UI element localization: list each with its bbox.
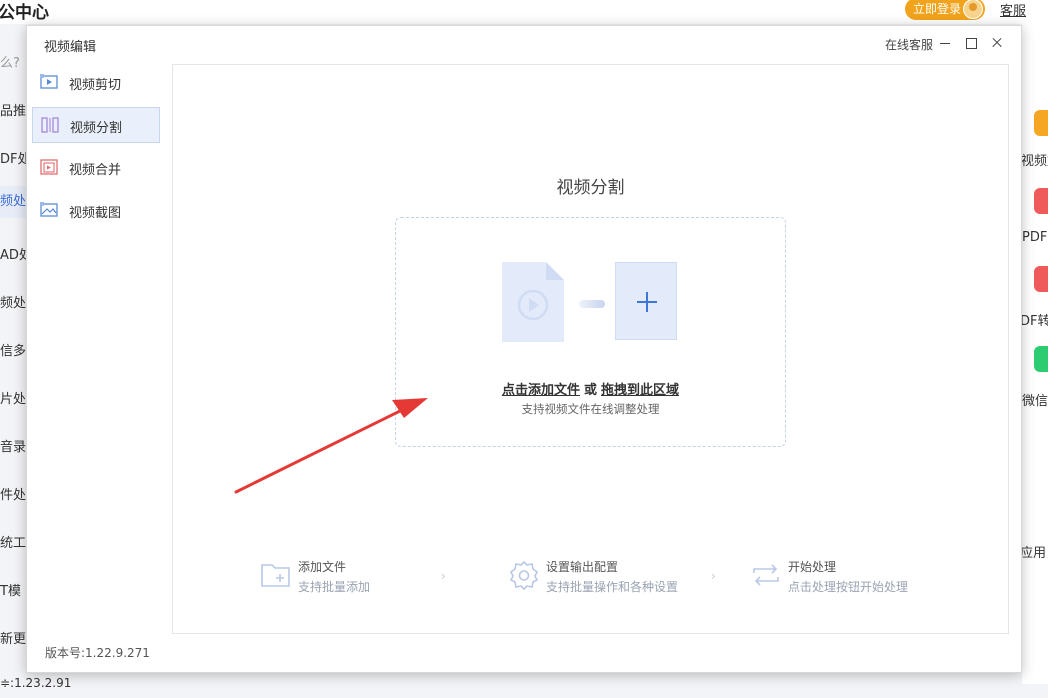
- process-steps: 添加文件 支持批量添加 › 设置输出配置 支持批量操作和各种设置 › 开始处理: [173, 555, 1008, 615]
- left-menu-item-active[interactable]: 频处: [0, 186, 26, 218]
- or-text: 或: [583, 383, 597, 398]
- step-desc: 支持批量添加: [298, 580, 371, 594]
- sidebar-item-label: 视频剪切: [69, 78, 122, 93]
- left-menu-item[interactable]: AD处: [0, 244, 26, 263]
- dialog-title: 视频编辑: [44, 40, 97, 55]
- sidebar-item-label: 视频合并: [69, 163, 122, 178]
- background-left-menu: 么? 品推 DF处 频处 AD处 频处 信多 片处 音录 件处 统工 T模 新更: [0, 24, 26, 684]
- login-button[interactable]: 立即登录: [905, 0, 985, 20]
- right-tool-label: 微信: [1022, 394, 1048, 409]
- video-edit-dialog: 视频编辑 在线客服 视频剪切 视频分割 视频合并 视频截图 视频分割 点击添加文…: [26, 25, 1022, 673]
- right-tool-label: 视频加: [1022, 154, 1048, 169]
- file-drop-zone[interactable]: 点击添加文件或拖拽到此区域 支持视频文件在线调整处理: [395, 217, 786, 447]
- drop-instructions: 点击添加文件或拖拽到此区域: [396, 379, 785, 398]
- minimize-icon[interactable]: [936, 34, 954, 52]
- drag-here-link[interactable]: 拖拽到此区域: [601, 383, 679, 398]
- step-title: 添加文件: [298, 560, 347, 574]
- sidebar-item-label: 视频截图: [69, 206, 122, 221]
- chevron-right-icon: ›: [441, 569, 446, 583]
- video-tool-icon[interactable]: [1034, 110, 1048, 136]
- left-menu-item[interactable]: 频处: [0, 292, 26, 311]
- left-menu-item[interactable]: 件处: [0, 484, 26, 503]
- step-title: 设置输出配置: [546, 560, 619, 574]
- video-merge-icon: [40, 159, 58, 175]
- right-tool-label: PDF: [1022, 230, 1048, 245]
- content-title: 视频分割: [556, 178, 625, 198]
- background-right-panel: 视频加 PDF DF转 微信 应用: [1022, 24, 1048, 684]
- chevron-right-icon: ›: [711, 569, 716, 583]
- add-folder-icon: [261, 564, 290, 587]
- add-plus-icon[interactable]: [615, 262, 677, 340]
- main-content: 视频分割 点击添加文件或拖拽到此区域 支持视频文件在线调整处理 添加文件 支持批…: [172, 64, 1009, 634]
- close-icon[interactable]: [988, 34, 1006, 52]
- video-split-icon: [41, 117, 59, 133]
- right-tool-label: DF转: [1022, 314, 1048, 329]
- left-menu-item[interactable]: 新更: [0, 628, 26, 647]
- sidebar-item-video-cut[interactable]: 视频剪切: [32, 65, 160, 101]
- step-title: 开始处理: [788, 560, 837, 574]
- sidebar-item-video-screenshot[interactable]: 视频截图: [32, 193, 160, 229]
- maximize-icon[interactable]: [962, 34, 980, 52]
- video-file-icon: [502, 262, 564, 342]
- connector-bar: [579, 300, 605, 308]
- right-tool-label: 应用: [1022, 546, 1047, 561]
- tool-sidebar: 视频剪切 视频分割 视频合并 视频截图: [27, 62, 171, 642]
- pdf-tool-icon[interactable]: [1034, 188, 1048, 214]
- left-menu-item[interactable]: 品推: [0, 100, 26, 119]
- sidebar-item-video-merge[interactable]: 视频合并: [32, 150, 160, 186]
- background-version: ≑:1.23.2.91: [0, 676, 72, 690]
- left-menu-item[interactable]: 统工: [0, 532, 26, 551]
- step-desc: 支持批量操作和各种设置: [546, 580, 679, 594]
- process-cycle-icon: [753, 564, 779, 586]
- drop-subtitle: 支持视频文件在线调整处理: [521, 402, 660, 416]
- background-header: 公中心 立即登录 客服: [0, 0, 1048, 24]
- add-file-link[interactable]: 点击添加文件: [502, 383, 580, 398]
- search-placeholder-fragment[interactable]: 么?: [0, 52, 20, 71]
- left-menu-item[interactable]: T模: [0, 580, 21, 599]
- sidebar-item-label: 视频分割: [70, 121, 123, 136]
- wechat-tool-icon[interactable]: [1034, 346, 1048, 372]
- login-button-label: 立即登录: [913, 2, 962, 16]
- customer-service-link[interactable]: 客服: [1000, 0, 1026, 19]
- pdf-convert-icon[interactable]: [1034, 266, 1048, 292]
- sidebar-item-video-split[interactable]: 视频分割: [32, 107, 160, 143]
- video-cut-icon: [40, 74, 58, 89]
- settings-gear-icon: [509, 560, 539, 591]
- version-label: 版本号:1.22.9.271: [45, 646, 150, 660]
- video-screenshot-icon: [40, 202, 58, 217]
- user-avatar-icon: [963, 0, 983, 19]
- left-menu-item[interactable]: 音录: [0, 436, 26, 455]
- left-menu-item[interactable]: DF处: [0, 148, 26, 167]
- left-menu-item[interactable]: 信多: [0, 340, 26, 359]
- app-title: 公中心: [0, 3, 49, 23]
- online-service-link[interactable]: 在线客服: [885, 36, 933, 53]
- step-desc: 点击处理按钮开始处理: [788, 580, 909, 594]
- left-menu-item[interactable]: 片处: [0, 388, 26, 407]
